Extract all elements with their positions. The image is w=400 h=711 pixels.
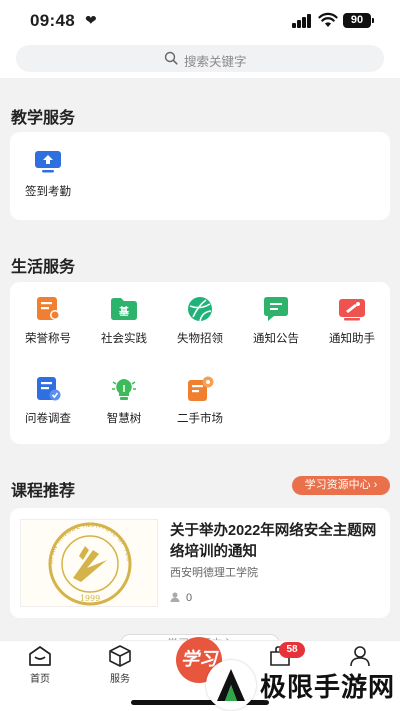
wifi-icon [318,12,338,27]
service-item-notice-assistant[interactable]: 通知助手 [316,296,388,346]
tab-label: 服务 [110,674,130,685]
course-title[interactable]: 关于举办2022年网络安全主题网络培训的通知 [170,521,385,563]
svg-text:基: 基 [118,305,130,318]
courses-section-title: 课程推荐 [11,483,76,500]
service-item-label: 问卷调查 [25,413,71,425]
watermark-logo-icon [206,660,256,710]
watermark-text: 极限手游网 [260,672,396,702]
service-item-survey[interactable]: 问卷调查 [12,376,84,426]
service-item-label: 社会实践 [101,333,147,345]
cube-icon [109,645,131,667]
service-item-label: 通知助手 [329,333,375,345]
honor-certificate-icon [37,297,60,320]
course-thumbnail: XI'AN MINGDE INSTITUTE OF TECHNOLOGY 199… [20,519,158,607]
school-seal-image: XI'AN MINGDE INSTITUTE OF TECHNOLOGY 199… [21,520,132,606]
survey-icon [37,377,61,401]
course-view-count: 0 [170,592,192,604]
folder-base-icon: 基 [111,298,137,320]
seal-year: 1999 [80,594,100,603]
service-item-social-practice[interactable]: 基 社会实践 [88,296,160,346]
seal-text: XI'AN MINGDE INSTITUTE OF TECHNOLOGY [21,520,131,564]
message-icon [264,297,288,321]
person-icon [170,592,180,602]
svg-text:XI'AN MINGDE INSTITUTE OF TECH: XI'AN MINGDE INSTITUTE OF TECHNOLOGY [21,520,132,564]
teaching-services-card: 签到考勤 [10,132,390,220]
search-icon [164,51,178,65]
service-item-wisdom-tree[interactable]: 智慧树 [88,376,160,426]
monitor-upload-icon [35,151,61,173]
service-item-attendance[interactable]: 签到考勤 [12,149,84,199]
lightbulb-tree-icon [112,379,136,400]
search-input[interactable]: 搜索关键字 [16,45,384,72]
service-item-label: 通知公告 [253,333,299,345]
service-item-label: 签到考勤 [25,186,71,198]
learning-resource-center-button[interactable]: 学习资源中心 › [292,476,390,495]
service-item-honor[interactable]: 荣誉称号 [12,296,84,346]
heart-icon: ❤ [85,12,97,28]
search-bar-area: 搜索关键字 [0,42,400,78]
life-services-card: 荣誉称号 基 社会实践 失物招领 通知公告 通知助手 问卷调查 智慧树 二手市场 [10,282,390,444]
battery-indicator: 90 [343,13,374,28]
service-item-lost-found[interactable]: 失物招领 [164,296,236,346]
site-watermark: 极限手游网 [206,660,396,710]
service-item-label: 荣誉称号 [25,333,71,345]
service-item-label: 智慧树 [106,413,142,425]
notification-badge: 58 [279,642,305,658]
service-item-notice[interactable]: 通知公告 [240,296,312,346]
megaphone-icon [339,299,365,321]
service-item-label: 失物招领 [177,333,223,345]
home-icon [29,646,51,666]
life-section-title: 生活服务 [11,259,76,276]
tab-service[interactable]: 服务 [90,645,150,685]
view-count: 0 [186,592,193,604]
ball-icon [188,297,212,322]
course-card[interactable]: XI'AN MINGDE INSTITUTE OF TECHNOLOGY 199… [10,508,390,618]
service-item-label: 二手市场 [177,413,223,425]
service-item-second-hand[interactable]: 二手市场 [164,376,236,426]
status-bar: 09:48 ❤ 90 [0,0,400,42]
tab-label: 首页 [30,674,50,685]
tab-home[interactable]: 首页 [10,645,70,685]
search-placeholder: 搜索关键字 [184,55,247,69]
market-icon [188,376,214,401]
teaching-section-title: 教学服务 [11,110,76,127]
status-time: 09:48 [30,11,75,30]
cellular-signal-icon [292,14,314,28]
course-school: 西安明德理工学院 [170,567,258,579]
